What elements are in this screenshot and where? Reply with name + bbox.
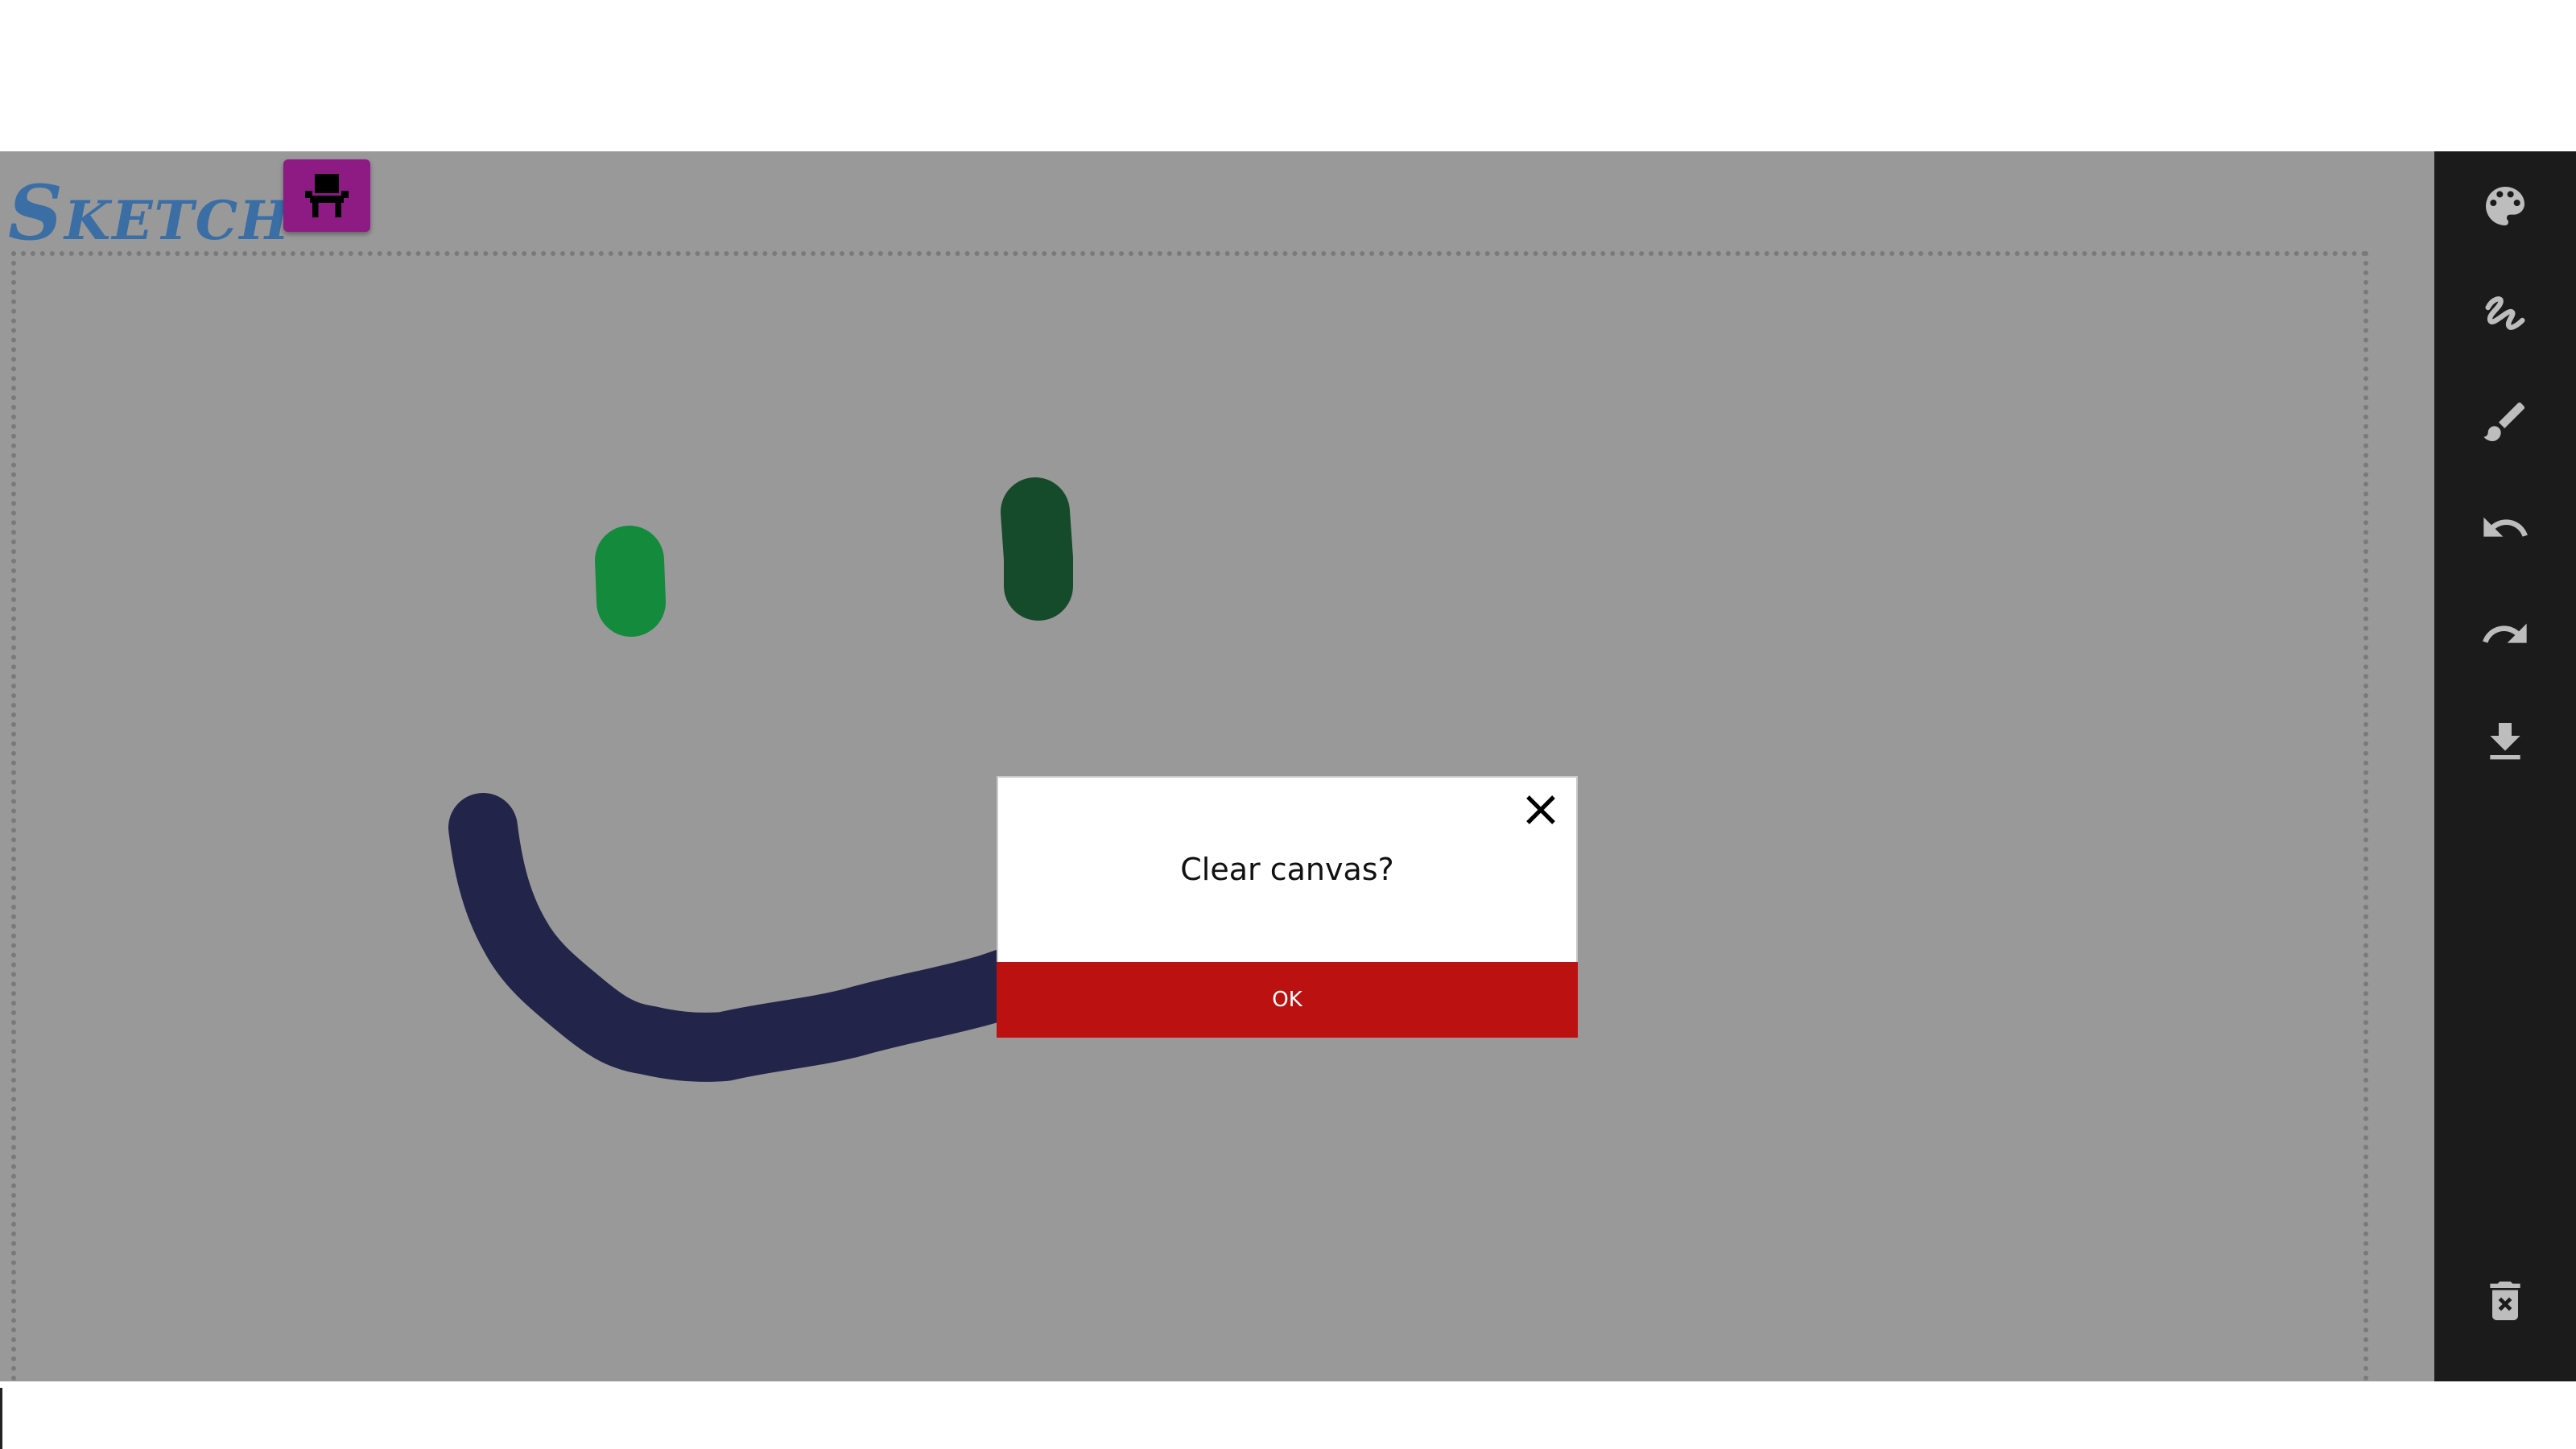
- clear-canvas-dialog: Clear canvas? OK: [997, 776, 1578, 1038]
- dialog-message: Clear canvas?: [1180, 852, 1394, 887]
- right-eye-stroke: [1001, 477, 1073, 621]
- left-eye-stroke: [595, 526, 666, 637]
- brush-icon: [2483, 402, 2525, 441]
- undo-icon: [2483, 517, 2528, 537]
- trash-icon: [2490, 1282, 2520, 1320]
- top-blank-area: [0, 0, 2576, 151]
- workspace: Sketch Clear canvas? OK: [0, 151, 2434, 1381]
- text-cursor: [0, 1388, 2, 1449]
- tool-sidebar: [2434, 151, 2576, 1381]
- close-dialog-button[interactable]: [1517, 786, 1565, 834]
- close-icon: [1526, 795, 1555, 824]
- bottom-input-area[interactable]: [0, 1381, 2576, 1449]
- clear-canvas-button[interactable]: [2473, 1269, 2537, 1333]
- sketch-app: Sketch Clear canvas? OK: [0, 151, 2576, 1381]
- palette-icon: [2486, 187, 2524, 225]
- palette-button[interactable]: [2473, 174, 2537, 238]
- scribble-icon: [2485, 296, 2525, 330]
- undo-button[interactable]: [2473, 496, 2537, 560]
- freehand-button[interactable]: [2473, 282, 2537, 346]
- brush-button[interactable]: [2473, 390, 2537, 454]
- download-button[interactable]: [2473, 710, 2537, 774]
- ok-button[interactable]: OK: [997, 962, 1578, 1038]
- drawing-layer: [448, 477, 1199, 1082]
- redo-button[interactable]: [2473, 602, 2537, 667]
- redo-icon: [2483, 623, 2527, 643]
- download-icon: [2490, 723, 2520, 760]
